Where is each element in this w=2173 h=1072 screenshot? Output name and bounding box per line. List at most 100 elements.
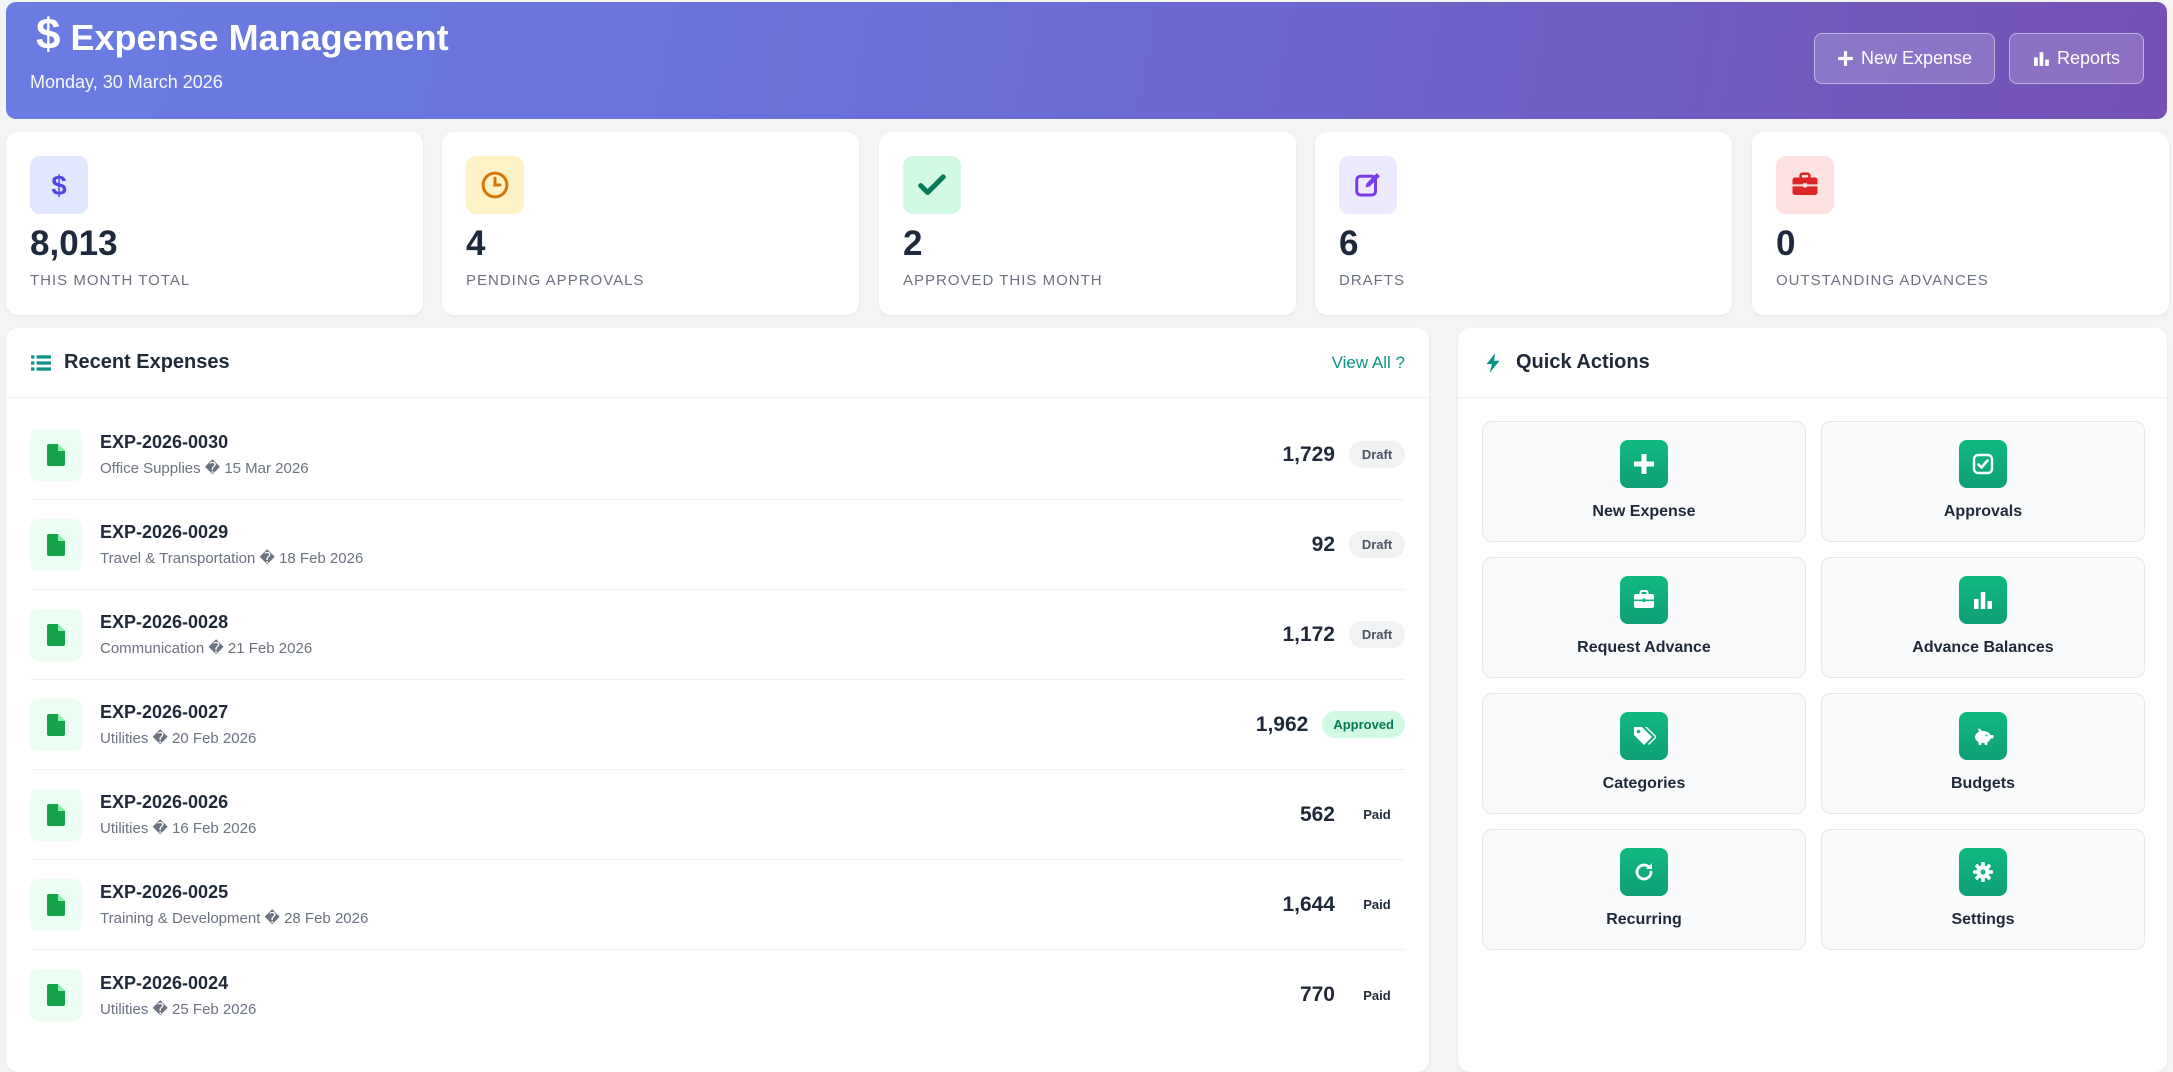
expense-number: EXP-2026-0030 (100, 432, 229, 452)
expense-row[interactable]: EXP-2026-0028 Communication � 21 Feb 2026… (30, 590, 1405, 680)
reports-button[interactable]: Reports (2009, 33, 2144, 84)
status-badge: Draft (1349, 621, 1405, 648)
expense-detail: Utilities � 20 Feb 2026 (100, 730, 257, 747)
page-header: $ Expense Management Monday, 30 March 20… (6, 2, 2167, 119)
dollar-icon: $ (36, 10, 61, 59)
new-expense-label: New Expense (1860, 48, 1973, 68)
expense-amount: 770 (1299, 983, 1335, 1006)
tags-icon (1620, 712, 1668, 760)
stat-value: 8,013 (30, 224, 118, 263)
quick-new-expense[interactable]: New Expense (1482, 421, 1806, 542)
reports-label: Reports (2056, 48, 2121, 68)
quick-action-label: Request Advance (1577, 639, 1711, 656)
lightning-icon (1486, 352, 1500, 373)
recent-expenses-header: Recent Expenses View All ? (6, 328, 1429, 398)
file-icon (30, 608, 82, 661)
stat-label: OUTSTANDING ADVANCES (1776, 272, 1989, 289)
quick-settings[interactable]: Settings (1821, 829, 2145, 950)
quick-action-label: Advance Balances (1912, 639, 2054, 656)
stat-card-drafts: 6 DRAFTS (1315, 132, 1732, 315)
expense-amount: 1,962 (1255, 712, 1309, 736)
file-icon (30, 428, 82, 481)
expense-row[interactable]: EXP-2026-0030 Office Supplies � 15 Mar 20… (30, 410, 1405, 500)
expense-detail: Travel & Transportation � 18 Feb 2026 (100, 550, 364, 567)
expense-row[interactable]: EXP-2026-0029 Travel & Transportation � 1… (30, 500, 1405, 590)
expense-amount: 562 (1299, 802, 1335, 826)
stat-label: PENDING APPROVALS (466, 272, 645, 289)
expense-amount: 1,172 (1282, 622, 1335, 646)
page-title: $ Expense Management (36, 10, 449, 60)
expense-amount: 1,729 (1282, 442, 1335, 466)
file-icon (30, 788, 82, 841)
stat-value: 0 (1776, 224, 1796, 263)
stat-value: 4 (466, 224, 486, 263)
expense-number: EXP-2026-0029 (100, 522, 229, 542)
quick-action-label: Settings (1951, 911, 2015, 928)
stat-label: DRAFTS (1339, 272, 1405, 289)
clock-icon (466, 156, 524, 214)
piggy-bank-icon (1959, 712, 2007, 760)
stat-card-month-total: $ 8,013 THIS MONTH TOTAL (6, 132, 423, 315)
bar-chart-icon (1959, 576, 2007, 624)
quick-recurring[interactable]: Recurring (1482, 829, 1806, 950)
expense-number: EXP-2026-0027 (100, 702, 229, 722)
briefcase-icon (1776, 156, 1834, 214)
check-icon (903, 156, 961, 214)
refresh-icon (1620, 848, 1668, 896)
quick-action-label: New Expense (1592, 503, 1696, 520)
current-date: Monday, 30 March 2026 (30, 72, 223, 92)
stat-card-pending-approvals: 4 PENDING APPROVALS (442, 132, 859, 315)
file-icon (30, 698, 82, 751)
file-icon (30, 969, 82, 1021)
quick-request-advance[interactable]: Request Advance (1482, 557, 1806, 678)
svg-text:$: $ (51, 170, 66, 200)
expense-amount: 92 (1311, 532, 1335, 556)
expense-row[interactable]: EXP-2026-0024 Utilities � 25 Feb 2026 770… (30, 950, 1405, 1040)
expense-amount: 1,644 (1282, 892, 1335, 916)
quick-action-label: Categories (1602, 775, 1686, 792)
quick-actions-panel: Quick Actions New Expense Approvals Requ… (1458, 328, 2167, 1072)
quick-action-label: Budgets (1951, 775, 2015, 792)
briefcase-icon (1620, 576, 1668, 624)
gear-icon (1959, 848, 2007, 896)
recent-expenses-title: Recent Expenses (64, 351, 230, 373)
dollar-icon: $ (30, 156, 88, 214)
status-badge: Paid (1363, 897, 1391, 912)
expense-number: EXP-2026-0024 (100, 972, 229, 993)
bar-chart-icon (2034, 52, 2049, 66)
page-title-text: Expense Management (70, 17, 449, 58)
plus-icon (1620, 440, 1668, 488)
stat-card-approved-month: 2 APPROVED THIS MONTH (879, 132, 1296, 315)
status-badge: Paid (1363, 807, 1391, 822)
quick-approvals[interactable]: Approvals (1821, 421, 2145, 542)
new-expense-button[interactable]: New Expense (1814, 33, 1995, 84)
list-icon (31, 354, 51, 371)
stat-value: 2 (903, 224, 923, 263)
stat-card-outstanding-advances: 0 OUTSTANDING ADVANCES (1752, 132, 2169, 315)
stat-label: APPROVED THIS MONTH (903, 272, 1103, 289)
edit-icon (1339, 156, 1397, 214)
quick-action-label: Approvals (1943, 503, 2023, 520)
expense-detail: Training & Development � 28 Feb 2026 (100, 910, 369, 927)
plus-icon (1838, 51, 1853, 66)
recent-expenses-panel: Recent Expenses View All ? EXP-2026-0030… (6, 328, 1429, 1072)
expense-row[interactable]: EXP-2026-0027 Utilities � 20 Feb 2026 1,9… (30, 680, 1405, 770)
quick-categories[interactable]: Categories (1482, 693, 1806, 814)
expense-detail: Utilities � 25 Feb 2026 (100, 1000, 257, 1018)
expense-detail: Utilities � 16 Feb 2026 (100, 820, 257, 837)
quick-actions-header: Quick Actions (1458, 328, 2167, 398)
quick-advance-balances[interactable]: Advance Balances (1821, 557, 2145, 678)
expense-number: EXP-2026-0026 (100, 792, 229, 812)
file-icon (30, 878, 82, 931)
expense-row[interactable]: EXP-2026-0026 Utilities � 16 Feb 2026 562… (30, 770, 1405, 860)
quick-budgets[interactable]: Budgets (1821, 693, 2145, 814)
status-badge: Approved (1322, 711, 1405, 738)
status-badge: Draft (1349, 531, 1405, 558)
quick-action-label: Recurring (1606, 911, 1682, 928)
status-badge: Paid (1363, 987, 1391, 1003)
expense-row[interactable]: EXP-2026-0025 Training & Development � 28… (30, 860, 1405, 950)
stat-value: 6 (1339, 224, 1359, 263)
expense-detail: Communication � 21 Feb 2026 (100, 640, 313, 657)
view-all-link[interactable]: View All ? (1332, 353, 1405, 373)
status-badge: Draft (1349, 441, 1405, 468)
